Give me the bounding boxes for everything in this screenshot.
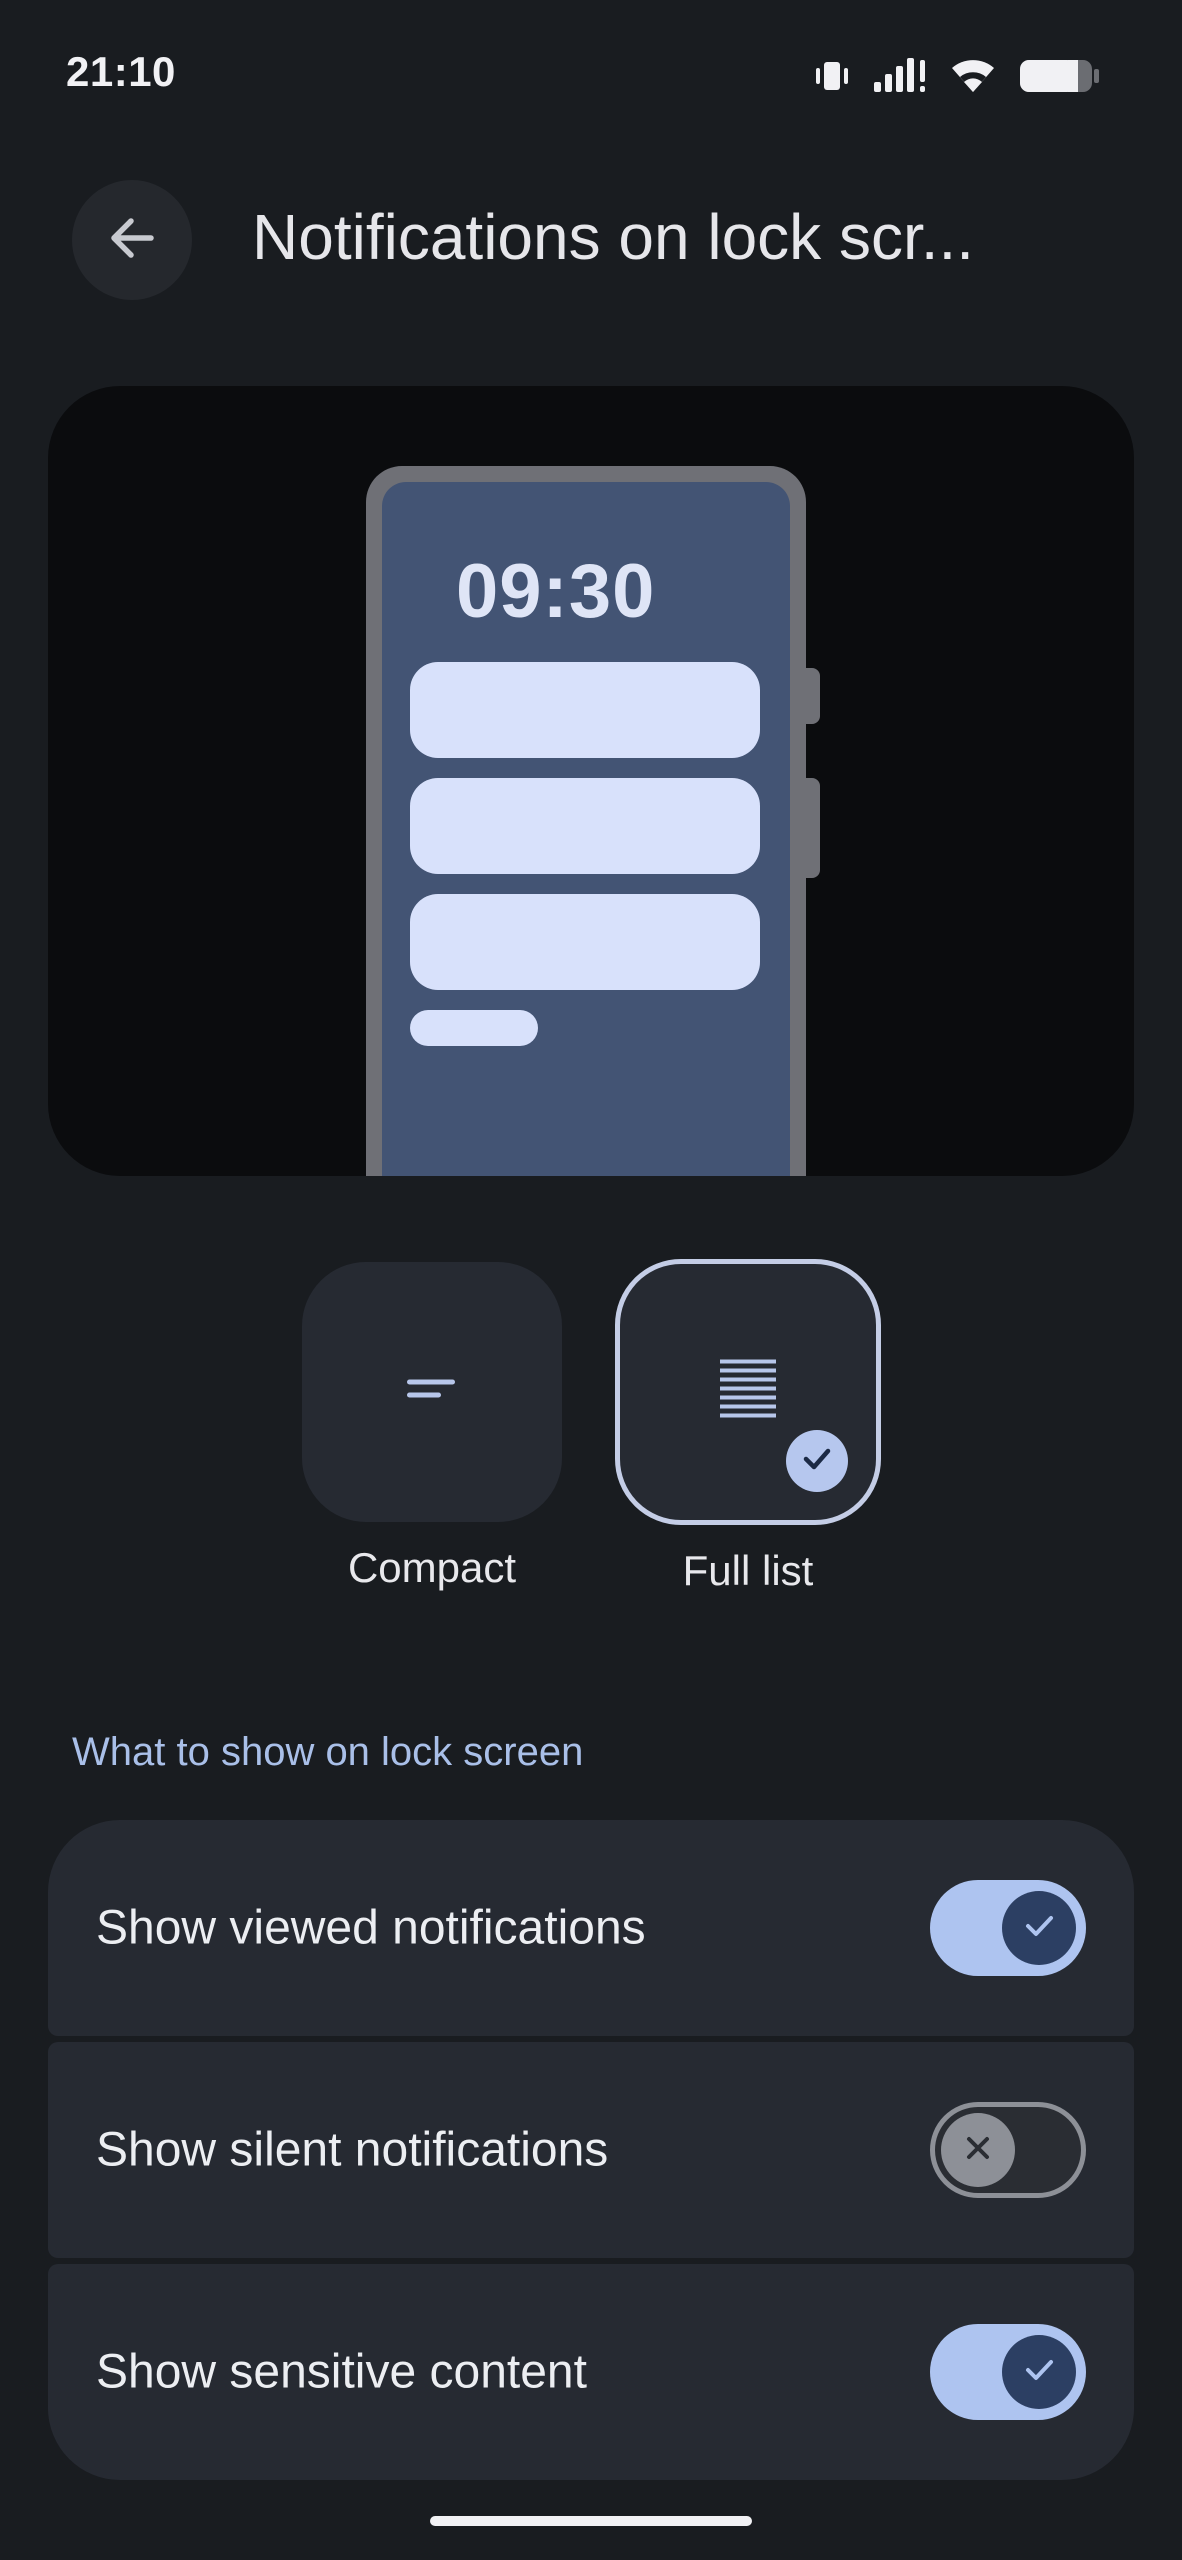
option-full-list-label: Full list (682, 1547, 814, 1594)
toggle-show-viewed-notifications[interactable] (930, 1880, 1086, 1976)
close-icon (961, 2131, 995, 2170)
preview-notification (410, 778, 760, 874)
setting-label: Show silent notifications (96, 2123, 609, 2177)
toggle-knob (941, 2113, 1015, 2187)
option-compact-label: Compact (347, 1544, 517, 1591)
check-icon (1020, 1907, 1058, 1950)
setting-show-silent-notifications[interactable]: Show silent notifications (48, 2042, 1134, 2258)
setting-show-sensitive-content[interactable]: Show sensitive content (48, 2264, 1134, 2480)
check-icon (800, 1442, 834, 1481)
preview-notification (410, 894, 760, 990)
preview-clock: 09:30 (456, 549, 656, 634)
wifi-icon (948, 56, 998, 96)
settings-list: Show viewed notifications Show silent no… (48, 1820, 1134, 2480)
back-button[interactable] (72, 180, 192, 300)
toggle-knob (1002, 2335, 1076, 2409)
selected-check-badge (786, 1430, 848, 1492)
status-time: 21:10 (66, 48, 176, 95)
page-title: Notifications on lock scr... (252, 201, 975, 273)
option-compact-tile[interactable] (302, 1262, 562, 1522)
home-indicator[interactable] (430, 2516, 752, 2526)
lock-screen-preview: 09:30 (48, 386, 1134, 1176)
option-full-list-tile[interactable] (615, 1259, 881, 1525)
setting-show-viewed-notifications[interactable]: Show viewed notifications (48, 1820, 1134, 2036)
toggle-show-silent-notifications[interactable] (930, 2102, 1086, 2198)
check-icon (1020, 2351, 1058, 2394)
phone-side-button (806, 778, 820, 878)
battery-icon (1018, 56, 1100, 96)
arrow-back-icon (105, 211, 159, 270)
section-header: What to show on lock screen (72, 1730, 584, 1774)
preview-notification-collapsed (410, 1010, 538, 1046)
setting-label: Show viewed notifications (96, 1901, 646, 1955)
full-list-lines-icon (720, 1359, 776, 1425)
toggle-show-sensitive-content[interactable] (930, 2324, 1086, 2420)
option-compact[interactable]: Compact (302, 1262, 562, 1592)
status-bar: 21:10 (0, 0, 1182, 150)
preview-notification (410, 662, 760, 758)
toggle-knob (1002, 1891, 1076, 1965)
setting-label: Show sensitive content (96, 2345, 587, 2399)
vibrate-icon (812, 56, 852, 96)
status-icons (812, 52, 1100, 100)
signal-icon (872, 56, 928, 96)
compact-lines-icon (407, 1378, 457, 1407)
option-full-list[interactable]: Full list (615, 1259, 881, 1595)
phone-side-button (806, 668, 820, 724)
